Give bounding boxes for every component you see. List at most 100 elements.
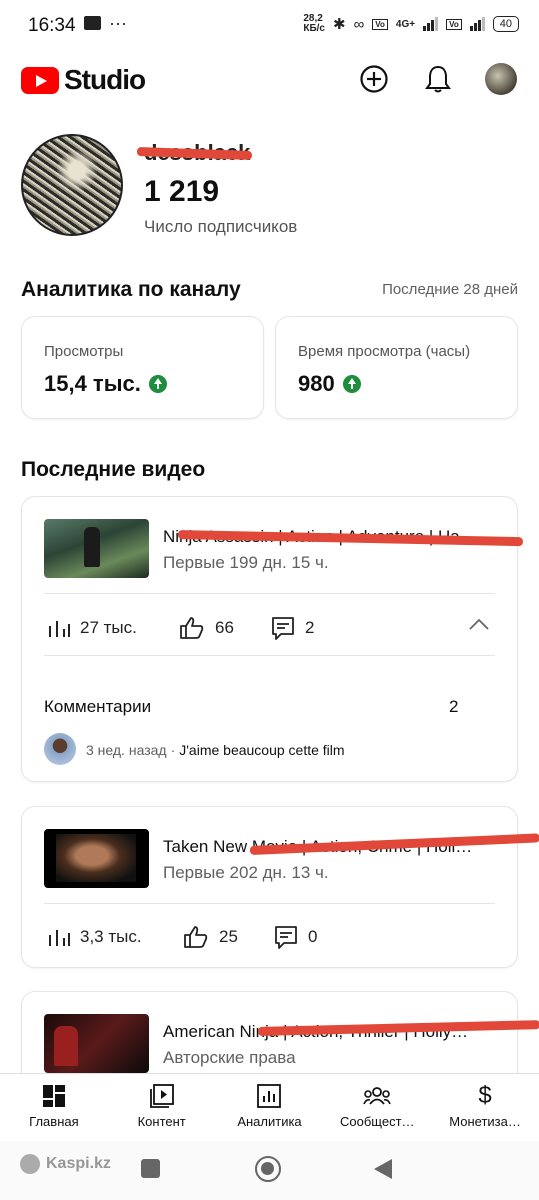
views-count: 3,3 тыс. [80,927,142,946]
views-icon [49,930,70,946]
views-value: 15,4 тыс. [44,371,141,396]
views-label: Просмотры [44,343,124,360]
analytics-period[interactable]: Последние 28 дней [382,281,518,298]
account-button[interactable] [484,62,518,96]
commenter-avatar[interactable] [44,733,76,765]
subscriber-count: 1 219 [144,175,220,208]
divider [44,903,495,904]
comment-time: 3 нед. назад [86,742,167,758]
comment-icon [275,926,297,949]
message-icon [84,16,101,30]
dollar-icon: $ [478,1082,492,1109]
nav-label: Сообщест… [340,1114,415,1129]
system-navigation-bar: Kaspi.kz [0,1141,539,1200]
nav-item-dashboard[interactable]: Главная [0,1074,108,1141]
nav-label: Монетиза… [449,1114,521,1129]
bell-icon [425,65,451,93]
status-bar: 16:34 ··· 28,2 КБ/с ✱ ∞ Vo 4G+ Vo 40 [0,0,539,52]
watch-time-value-row: 980 [298,371,361,397]
trend-up-icon [148,375,167,393]
link-icon: ∞ [353,15,365,33]
thumbnail-image [56,834,136,882]
net-speed: 28,2 КБ/с [303,14,325,34]
back-button[interactable] [374,1159,392,1179]
video-card: Taken New Movie | Action, Crime | Holl… … [21,806,539,968]
likes-count: 66 [215,618,234,637]
video-thumbnail[interactable] [44,519,149,578]
watch-time-card[interactable]: Время просмотра (часы) 980 [275,316,518,419]
likes-count: 25 [219,927,238,946]
status-notifications: ··· [84,13,127,33]
thumb-up-icon [180,617,204,639]
comment-icon [272,617,294,640]
studio-logo[interactable]: Studio [21,64,146,96]
comments-count: 0 [308,927,318,946]
comments-section-count: 2 [449,697,459,716]
youtube-logo-icon [21,66,59,94]
comments-stat: 2 [271,616,314,640]
divider [44,655,495,656]
nav-item-content[interactable]: Контент [108,1074,216,1141]
video-thumbnail[interactable] [44,829,149,888]
nav-label: Аналитика [237,1114,302,1129]
video-subtitle: Авторские права [163,1048,296,1067]
add-circle-icon [360,65,388,93]
volte-icon: Vo [372,18,388,30]
video-subtitle: Первые 199 дн. 15 ч. [163,553,329,572]
video-thumbnail[interactable] [44,1014,149,1073]
account-avatar [485,63,517,95]
analytics-icon [257,1084,282,1108]
channel-avatar[interactable] [21,134,123,236]
net-speed-unit: КБ/с [303,23,325,34]
nav-item-analytics[interactable]: Аналитика [216,1074,324,1141]
trend-up-icon [342,375,361,393]
thumbnail-figure [54,1026,78,1066]
more-dots-icon: ··· [109,13,127,33]
nav-item-community[interactable]: Сообщест… [323,1074,431,1141]
comments-stat: 0 [274,925,317,949]
community-icon [363,1087,392,1105]
signal-icon-2 [469,17,485,31]
app-header: Studio [0,52,539,106]
home-button[interactable] [255,1156,281,1182]
views-stat: 27 тыс. [48,618,137,638]
recent-videos-title: Последние видео [21,458,206,481]
likes-stat: 66 [179,616,234,640]
network-type: 4G+ [395,18,416,30]
bottom-navigation: Главная Контент Аналитика Сообщест… $ Мо… [0,1073,539,1141]
recents-button[interactable] [141,1159,160,1178]
divider [44,593,495,594]
status-time: 16:34 [28,15,76,36]
video-card: Ninja Assassin | Action | Adventure | Ha… [21,496,524,782]
watermark-text: Kaspi.kz [46,1155,111,1172]
home-dot [261,1162,274,1175]
video-subtitle: Первые 202 дн. 13 ч. [163,863,329,882]
comments-section-label[interactable]: Комментарии [44,697,151,717]
nav-label: Главная [29,1114,79,1129]
views-stat: 3,3 тыс. [48,927,142,947]
collapse-button[interactable] [468,617,490,636]
nav-label: Контент [137,1114,186,1129]
nav-item-monetization[interactable]: $ Монетиза… [431,1074,539,1141]
views-card[interactable]: Просмотры 15,4 тыс. [21,316,264,419]
status-icons: 28,2 КБ/с ✱ ∞ Vo 4G+ Vo 40 [303,14,519,34]
thumb-up-icon [184,926,208,948]
likes-stat: 25 [183,925,238,949]
kaspi-logo-icon [20,1154,40,1174]
logo-text: Studio [64,64,146,95]
thumbnail-figure [84,527,100,567]
notifications-button[interactable] [421,62,455,96]
chevron-up-icon [469,618,489,630]
views-value-row: 15,4 тыс. [44,371,167,397]
signal-icon [423,17,439,31]
comments-count: 2 [305,618,315,637]
watch-time-label: Время просмотра (часы) [298,343,471,360]
content-icon [149,1084,174,1108]
volte-icon-2: Vo [446,18,462,30]
battery-indicator: 40 [492,16,519,32]
create-button[interactable] [357,62,391,96]
comment-separator: · [170,742,176,758]
watch-time-value: 980 [298,371,335,396]
subscriber-label: Число подписчиков [144,217,298,236]
comment-row[interactable]: 3 нед. назад · J'aime beaucoup cette fil… [86,742,345,758]
